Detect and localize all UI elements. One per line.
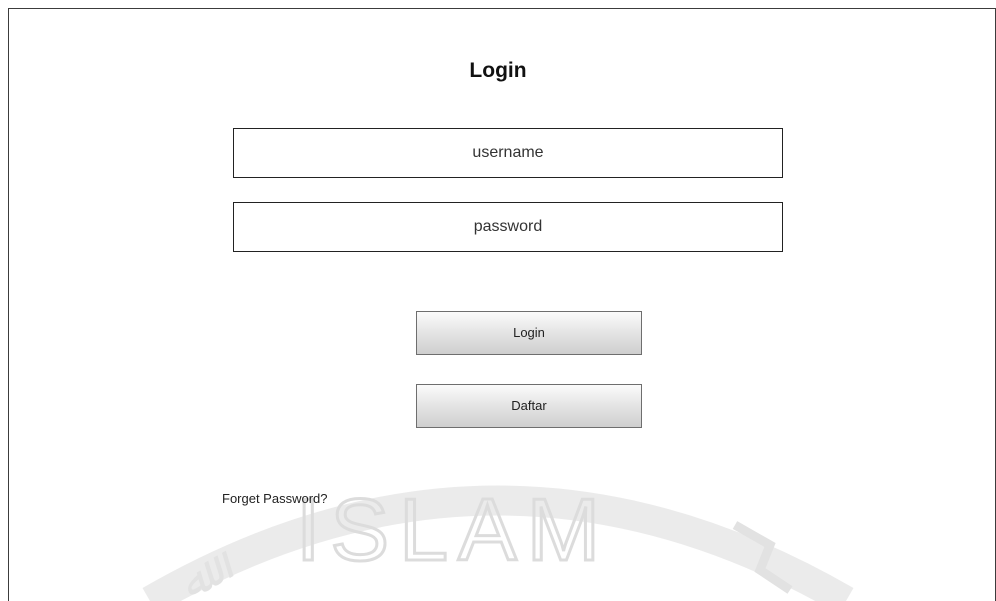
login-button[interactable]: Login: [416, 311, 642, 355]
username-input[interactable]: [233, 128, 783, 178]
register-button[interactable]: Daftar: [416, 384, 642, 428]
forgot-password-link[interactable]: Forget Password?: [222, 491, 328, 506]
password-input[interactable]: [233, 202, 783, 252]
page-title: Login: [469, 59, 527, 82]
login-frame: [8, 8, 996, 601]
